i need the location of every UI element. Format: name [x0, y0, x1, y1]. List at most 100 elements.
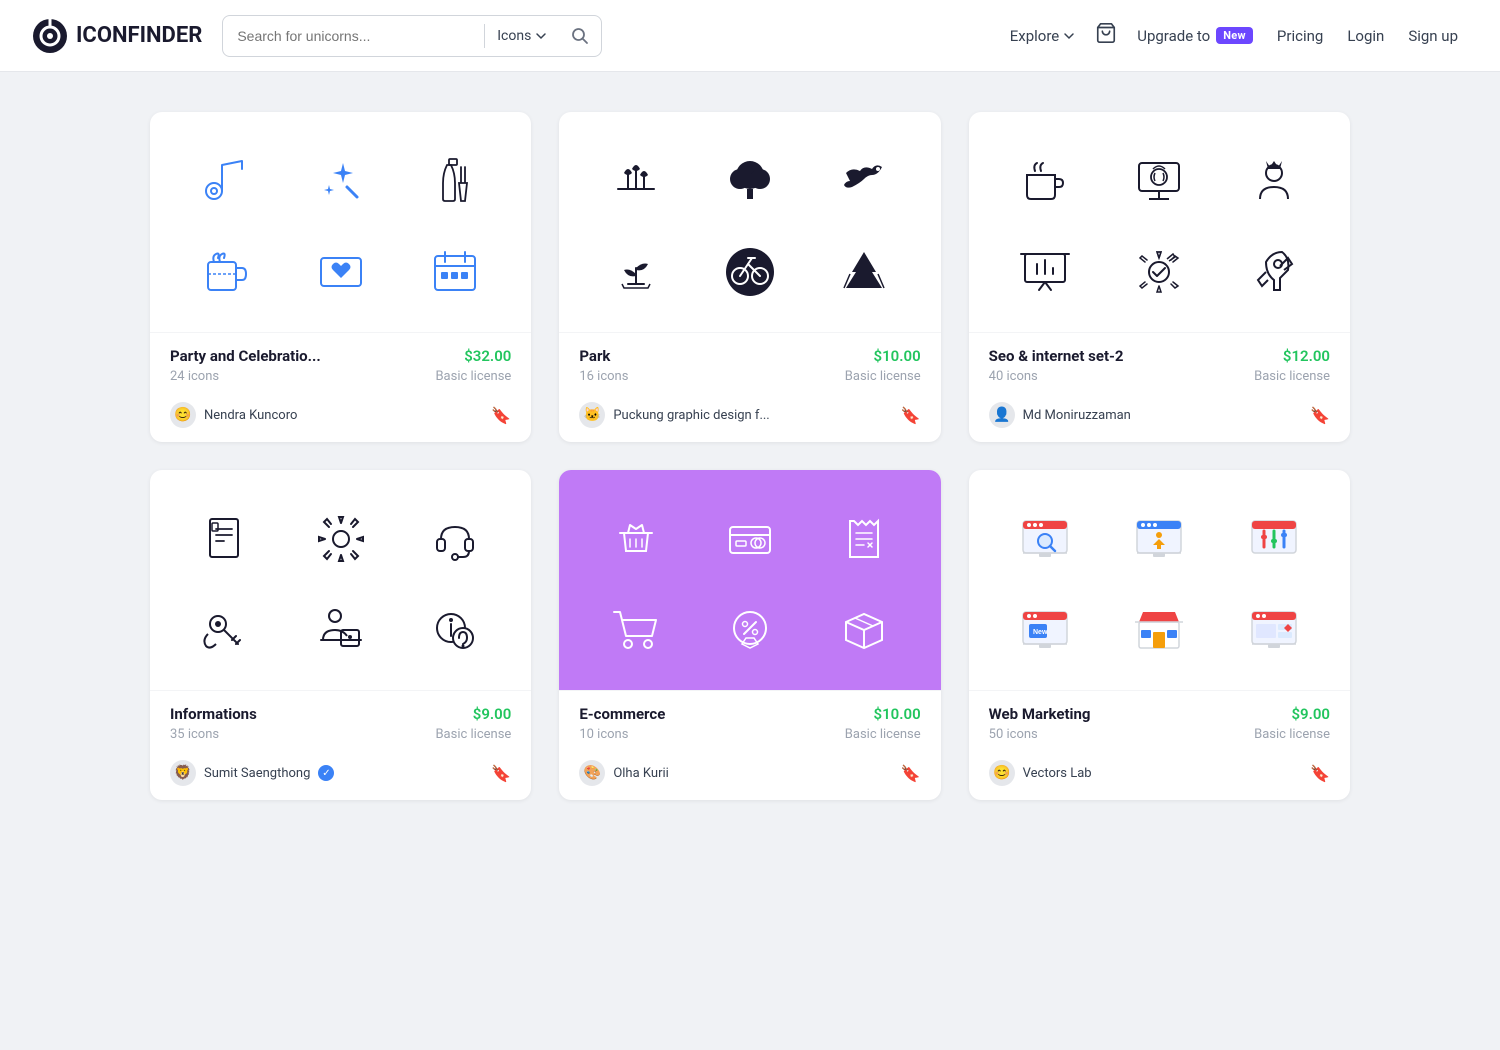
- search-type-dropdown[interactable]: Icons: [485, 28, 559, 44]
- author-info[interactable]: 👤 Md Moniruzzaman: [989, 402, 1131, 428]
- card-title: Web Marketing: [989, 705, 1091, 723]
- card-count: 10 icons: [579, 727, 628, 742]
- card-author-webmarketing: 😊 Vectors Lab 🔖: [969, 750, 1350, 800]
- icon-cell: [1123, 594, 1195, 666]
- card-price: $10.00: [874, 705, 921, 723]
- icon-cell: New: [1009, 594, 1081, 666]
- card-meta-park: Park $10.00 16 icons Basic license: [559, 332, 940, 392]
- bookmark-icon[interactable]: 🔖: [901, 406, 921, 425]
- card-icons-seo: [969, 112, 1350, 332]
- card-count: 24 icons: [170, 369, 219, 384]
- card-price: $32.00: [464, 347, 511, 365]
- card-seo[interactable]: Seo & internet set-2 $12.00 40 icons Bas…: [969, 112, 1350, 442]
- icon-cell: [1123, 236, 1195, 308]
- icon-cell: [305, 594, 377, 666]
- pricing-nav[interactable]: Pricing: [1267, 21, 1333, 51]
- icon-cell: [1009, 145, 1081, 217]
- cart-button[interactable]: [1089, 16, 1123, 55]
- icon-cell: [1009, 503, 1081, 575]
- icon-cell: [714, 594, 786, 666]
- shopping-cart-icon: [1095, 22, 1117, 44]
- search-button[interactable]: [559, 27, 601, 45]
- upgrade-button[interactable]: Upgrade to New: [1127, 21, 1263, 51]
- card-license: Basic license: [1254, 727, 1330, 742]
- icon-cell: [1123, 503, 1195, 575]
- card-license: Basic license: [435, 369, 511, 384]
- card-icons-park: [559, 112, 940, 332]
- icon-cell: [190, 594, 262, 666]
- card-license: Basic license: [435, 727, 511, 742]
- card-count: 35 icons: [170, 727, 219, 742]
- login-nav[interactable]: Login: [1337, 21, 1394, 51]
- search-icon: [571, 27, 589, 45]
- card-count: 16 icons: [579, 369, 628, 384]
- chevron-down-icon: [535, 30, 547, 42]
- icon-cell: [828, 145, 900, 217]
- explore-nav[interactable]: Explore: [1000, 21, 1086, 51]
- card-title: Informations: [170, 705, 257, 723]
- card-license: Basic license: [1254, 369, 1330, 384]
- author-info[interactable]: 😊 Nendra Kuncoro: [170, 402, 297, 428]
- card-meta-webmarketing: Web Marketing $9.00 50 icons Basic licen…: [969, 690, 1350, 750]
- icon-cell: [828, 594, 900, 666]
- author-info[interactable]: 🐱 Puckung graphic design f...: [579, 402, 769, 428]
- card-meta-ecommerce: E-commerce $10.00 10 icons Basic license: [559, 690, 940, 750]
- card-title: Party and Celebratio...: [170, 347, 321, 365]
- card-meta-party: Party and Celebratio... $32.00 24 icons …: [150, 332, 531, 392]
- icon-cell: [190, 236, 262, 308]
- icon-cell: [828, 503, 900, 575]
- author-info[interactable]: 😊 Vectors Lab: [989, 760, 1092, 786]
- bookmark-icon[interactable]: 🔖: [1310, 764, 1330, 783]
- signup-nav[interactable]: Sign up: [1398, 21, 1468, 51]
- icon-cell: [1238, 145, 1310, 217]
- nav-links: Explore Upgrade to New Pricing Login Sig…: [1000, 16, 1468, 55]
- card-count: 40 icons: [989, 369, 1038, 384]
- icon-cell: [600, 236, 672, 308]
- icon-cell: [190, 145, 262, 217]
- main-content: Party and Celebratio... $32.00 24 icons …: [90, 72, 1410, 840]
- card-icons-party: [150, 112, 531, 332]
- verified-badge: ✓: [318, 765, 334, 781]
- icon-cell: [1238, 236, 1310, 308]
- author-info[interactable]: 🦁 Sumit Saengthong ✓: [170, 760, 334, 786]
- card-title: E-commerce: [579, 705, 665, 723]
- card-icons-webmarketing: New: [969, 470, 1350, 690]
- icon-cell: [714, 503, 786, 575]
- icon-cell: [419, 594, 491, 666]
- search-input[interactable]: [223, 28, 484, 44]
- card-title: Park: [579, 347, 610, 365]
- icon-cell: [419, 236, 491, 308]
- card-icons-informations: [150, 470, 531, 690]
- bookmark-icon[interactable]: 🔖: [1310, 406, 1330, 425]
- card-license: Basic license: [845, 727, 921, 742]
- icon-cell: [1009, 236, 1081, 308]
- card-price: $12.00: [1283, 347, 1330, 365]
- logo-text: ICONFINDER: [76, 23, 202, 48]
- icon-cell: [714, 145, 786, 217]
- author-info[interactable]: 🎨 Olha Kurii: [579, 760, 668, 786]
- explore-label: Explore: [1010, 27, 1060, 45]
- card-webmarketing[interactable]: New: [969, 470, 1350, 800]
- avatar: 🦁: [170, 760, 196, 786]
- bookmark-icon[interactable]: 🔖: [491, 764, 511, 783]
- avatar: 🎨: [579, 760, 605, 786]
- search-bar: Icons: [222, 15, 602, 57]
- icon-cell: [190, 503, 262, 575]
- upgrade-prefix: Upgrade to: [1137, 27, 1210, 45]
- icon-cell: [1123, 145, 1195, 217]
- avatar: 😊: [170, 402, 196, 428]
- bookmark-icon[interactable]: 🔖: [491, 406, 511, 425]
- card-party[interactable]: Party and Celebratio... $32.00 24 icons …: [150, 112, 531, 442]
- card-informations[interactable]: Informations $9.00 35 icons Basic licens…: [150, 470, 531, 800]
- card-park[interactable]: Park $10.00 16 icons Basic license 🐱 Puc…: [559, 112, 940, 442]
- card-ecommerce[interactable]: E-commerce $10.00 10 icons Basic license…: [559, 470, 940, 800]
- logo[interactable]: ICONFINDER: [32, 18, 202, 54]
- explore-chevron-icon: [1063, 30, 1075, 42]
- card-title: Seo & internet set-2: [989, 347, 1124, 365]
- card-author-seo: 👤 Md Moniruzzaman 🔖: [969, 392, 1350, 442]
- icon-sets-grid: Party and Celebratio... $32.00 24 icons …: [150, 112, 1350, 800]
- signup-label: Sign up: [1408, 27, 1458, 45]
- bookmark-icon[interactable]: 🔖: [901, 764, 921, 783]
- card-price: $9.00: [1291, 705, 1330, 723]
- svg-text:New: New: [1033, 629, 1048, 636]
